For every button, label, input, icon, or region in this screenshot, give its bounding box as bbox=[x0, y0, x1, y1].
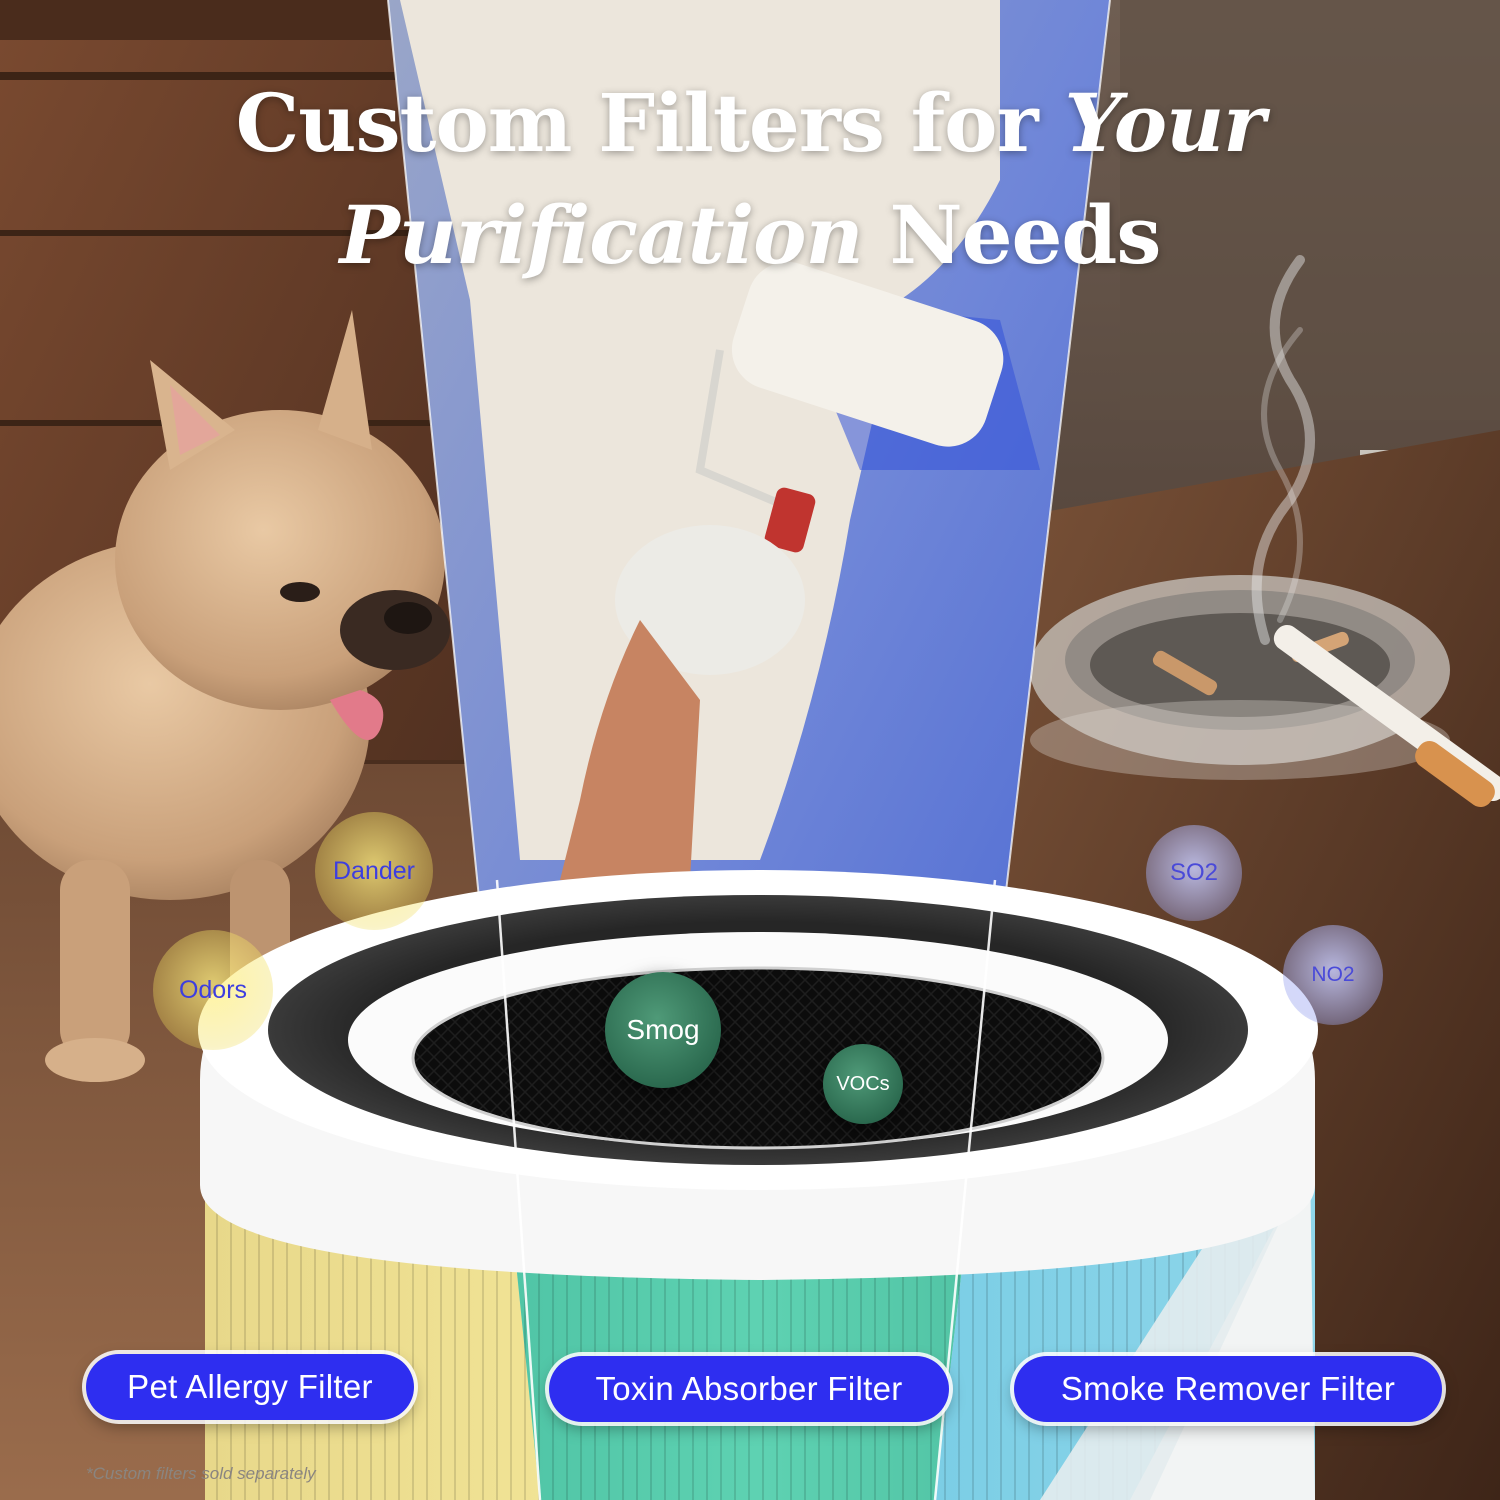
bubble-so2: SO2 bbox=[1146, 825, 1242, 921]
bubble-dander: Dander bbox=[315, 812, 433, 930]
product-banner: Custom Filters for Your Purification Nee… bbox=[0, 0, 1500, 1500]
footnote: *Custom filters sold separately bbox=[86, 1464, 316, 1483]
smoke-remover-filter-label: Smoke Remover Filter bbox=[1014, 1356, 1442, 1422]
bubble-odors: Odors bbox=[153, 930, 273, 1050]
bubble-vocs: VOCs bbox=[823, 1044, 903, 1124]
headline-line-2: Purification Needs bbox=[0, 190, 1500, 280]
headline-line-1: Custom Filters for Your bbox=[0, 78, 1500, 168]
headline-italic-1: Your bbox=[1064, 76, 1266, 170]
pet-allergy-filter-label: Pet Allergy Filter bbox=[86, 1354, 414, 1420]
headline-regular-1: Custom Filters for bbox=[235, 76, 1065, 170]
toxin-absorber-filter-label: Toxin Absorber Filter bbox=[549, 1356, 949, 1422]
headline-italic-2: Purification bbox=[339, 188, 864, 282]
bubble-smog: Smog bbox=[605, 972, 721, 1088]
bubble-no2: NO2 bbox=[1283, 925, 1383, 1025]
headline-regular-2: Needs bbox=[862, 188, 1162, 282]
